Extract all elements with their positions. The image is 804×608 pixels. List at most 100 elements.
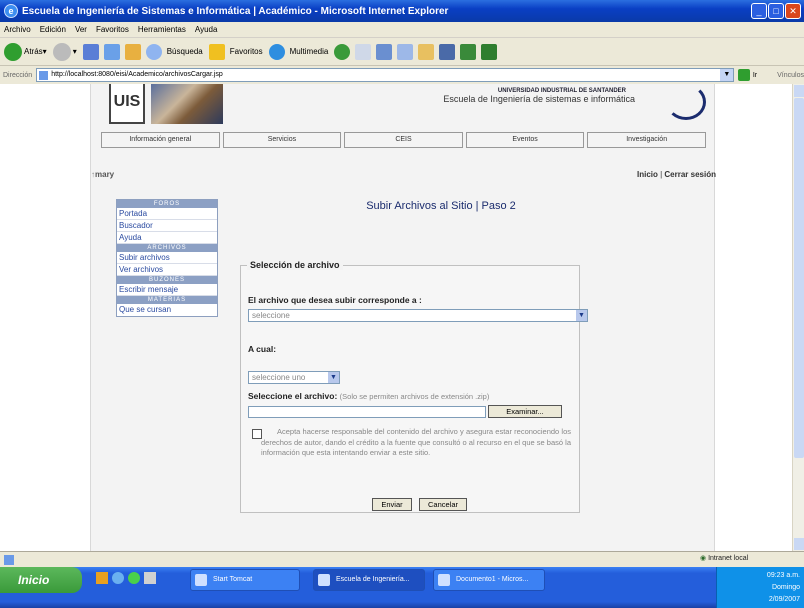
ie-icon[interactable] <box>112 572 124 584</box>
task-word-document[interactable]: Documento1 - Micros... <box>433 569 545 591</box>
window-title-bar[interactable]: e Escuela de Ingeniería de Sistemas e In… <box>0 0 804 22</box>
logout-link[interactable]: Cerrar sesión <box>664 170 716 179</box>
chevron-down-icon[interactable]: ▼ <box>720 69 734 81</box>
browse-button[interactable]: Examinar... <box>488 405 562 418</box>
home-link[interactable]: Inicio <box>637 170 658 179</box>
menu-ayuda[interactable]: Ayuda <box>195 25 218 34</box>
scroll-thumb[interactable] <box>794 98 804 458</box>
multimedia-button[interactable]: Multimedia <box>268 43 328 60</box>
go-arrow-icon[interactable] <box>738 69 750 81</box>
system-tray: 09:23 a.m. Domingo 2/09/2007 <box>716 567 804 608</box>
maximize-button[interactable]: □ <box>768 3 784 19</box>
word-icon <box>438 574 450 586</box>
category-select-value: seleccione <box>252 311 290 320</box>
search-button[interactable]: Búsqueda <box>145 43 203 60</box>
home-icon[interactable] <box>124 43 141 60</box>
sidebar-item-escribir-mensaje[interactable]: Escribir mensaje <box>117 284 217 296</box>
quick-launch <box>96 572 156 584</box>
target-select[interactable]: seleccione uno ▼ <box>248 371 340 384</box>
nav-servicios[interactable]: Servicios <box>222 132 342 148</box>
star-icon <box>208 43 225 60</box>
stop-icon[interactable] <box>82 43 99 60</box>
task-escuela-browser[interactable]: Escuela de Ingeniería... <box>313 569 425 591</box>
page-status-icon <box>4 554 14 565</box>
chevron-down-icon: ▼ <box>328 372 339 383</box>
sidebar-item-subir-archivos[interactable]: Subir archivos <box>117 252 217 264</box>
folder-icon[interactable] <box>418 43 435 60</box>
status-bar: ◉ Intranet local <box>0 551 804 567</box>
links-button[interactable]: Vínculos <box>777 72 804 79</box>
sidebar-item-ver-archivos[interactable]: Ver archivos <box>117 264 217 276</box>
quick-launch-icon[interactable] <box>96 572 108 584</box>
back-arrow-icon <box>4 42 22 61</box>
sidebar-item-portada[interactable]: Portada <box>117 208 217 220</box>
task-start-tomcat[interactable]: Start Tomcat <box>190 569 300 591</box>
scroll-up-button[interactable] <box>794 85 804 97</box>
user-indicator: ↑mary <box>91 170 114 179</box>
desktop-icon[interactable] <box>144 572 156 584</box>
user-name: mary <box>95 170 115 179</box>
url-text: http://localhost:8080/eisi/Academico/arc… <box>51 71 223 78</box>
edit-icon[interactable] <box>397 43 414 60</box>
session-links: Inicio | Cerrar sesión <box>521 170 716 179</box>
go-button[interactable]: Ir <box>753 72 757 79</box>
page-icon <box>39 71 49 80</box>
file-path-input[interactable] <box>248 406 486 418</box>
history-icon[interactable] <box>334 43 351 60</box>
sidebar-item-que-se-cursan[interactable]: Que se cursan <box>117 304 217 316</box>
submit-button[interactable]: Enviar <box>372 498 412 511</box>
nav-informacion-general[interactable]: Información general <box>101 132 220 148</box>
cancel-button[interactable]: Cancelar <box>419 498 467 511</box>
taskbar: Inicio Start Tomcat Escuela de Ingenierí… <box>0 567 804 608</box>
menu-ver[interactable]: Ver <box>75 25 87 34</box>
sidebar-section-foros: FOROS <box>117 200 217 208</box>
start-button[interactable]: Inicio <box>0 567 82 593</box>
target-select-value: seleccione uno <box>252 373 306 382</box>
sidebar-item-buscador[interactable]: Buscador <box>117 220 217 232</box>
forward-button[interactable]: ▾ <box>52 42 77 61</box>
messenger-icon[interactable] <box>460 43 477 60</box>
school-title: Escuela de Ingeniería de sistemas e info… <box>443 94 635 104</box>
search-icon <box>145 43 162 60</box>
menu-archivo[interactable]: Archivo <box>4 25 31 34</box>
clock-date: 2/09/2007 <box>768 596 800 603</box>
fieldset-legend: Selección de archivo <box>247 260 343 270</box>
header-photo <box>151 84 223 124</box>
scroll-down-button[interactable] <box>794 538 804 550</box>
favorites-button[interactable]: Favoritos <box>208 43 263 60</box>
forward-arrow-icon <box>52 42 71 61</box>
url-input[interactable]: http://localhost:8080/eisi/Academico/arc… <box>36 68 735 82</box>
page-viewport: UIS UNIVERSIDAD INDUSTRIAL DE SANTANDER … <box>0 84 792 551</box>
tools-icon[interactable] <box>481 43 498 60</box>
back-button[interactable]: Atrás ▾ <box>4 42 47 61</box>
nav-investigacion[interactable]: Investigación <box>587 132 706 148</box>
category-select[interactable]: seleccione ▼ <box>248 309 588 322</box>
refresh-icon[interactable] <box>103 43 120 60</box>
file-label-row: Seleccione el archivo: (Solo se permiten… <box>248 391 489 401</box>
menu-herramientas[interactable]: Herramientas <box>138 25 186 34</box>
main-nav: Información general Servicios CEIS Event… <box>101 132 706 148</box>
chevron-down-icon: ▼ <box>576 310 587 321</box>
menu-edicion[interactable]: Edición <box>40 25 66 34</box>
print-icon[interactable] <box>376 43 393 60</box>
sidebar-item-ayuda[interactable]: Ayuda <box>117 232 217 244</box>
media-player-icon[interactable] <box>128 572 140 584</box>
menu-favoritos[interactable]: Favoritos <box>96 25 129 34</box>
page-title: Subir Archivos al Sitio | Paso 2 <box>366 200 516 212</box>
site-header: UIS UNIVERSIDAD INDUSTRIAL DE SANTANDER … <box>101 84 706 130</box>
close-button[interactable]: ✕ <box>785 3 801 19</box>
ie-icon: e <box>4 4 18 18</box>
vertical-scrollbar[interactable] <box>792 84 804 551</box>
research-icon[interactable] <box>439 43 456 60</box>
university-name: UNIVERSIDAD INDUSTRIAL DE SANTANDER Escu… <box>381 88 691 122</box>
console-icon <box>195 574 207 586</box>
clock-day: Domingo <box>771 584 800 591</box>
file-label: Seleccione el archivo: <box>248 391 338 401</box>
minimize-button[interactable]: _ <box>751 3 767 19</box>
terms-text: Acepta hacerse responsable del contenido… <box>261 427 571 457</box>
nav-ceis[interactable]: CEIS <box>344 132 463 148</box>
nav-eventos[interactable]: Eventos <box>465 132 585 148</box>
mail-icon[interactable] <box>355 43 372 60</box>
media-icon <box>268 43 285 60</box>
uis-logo: UIS <box>109 84 145 124</box>
